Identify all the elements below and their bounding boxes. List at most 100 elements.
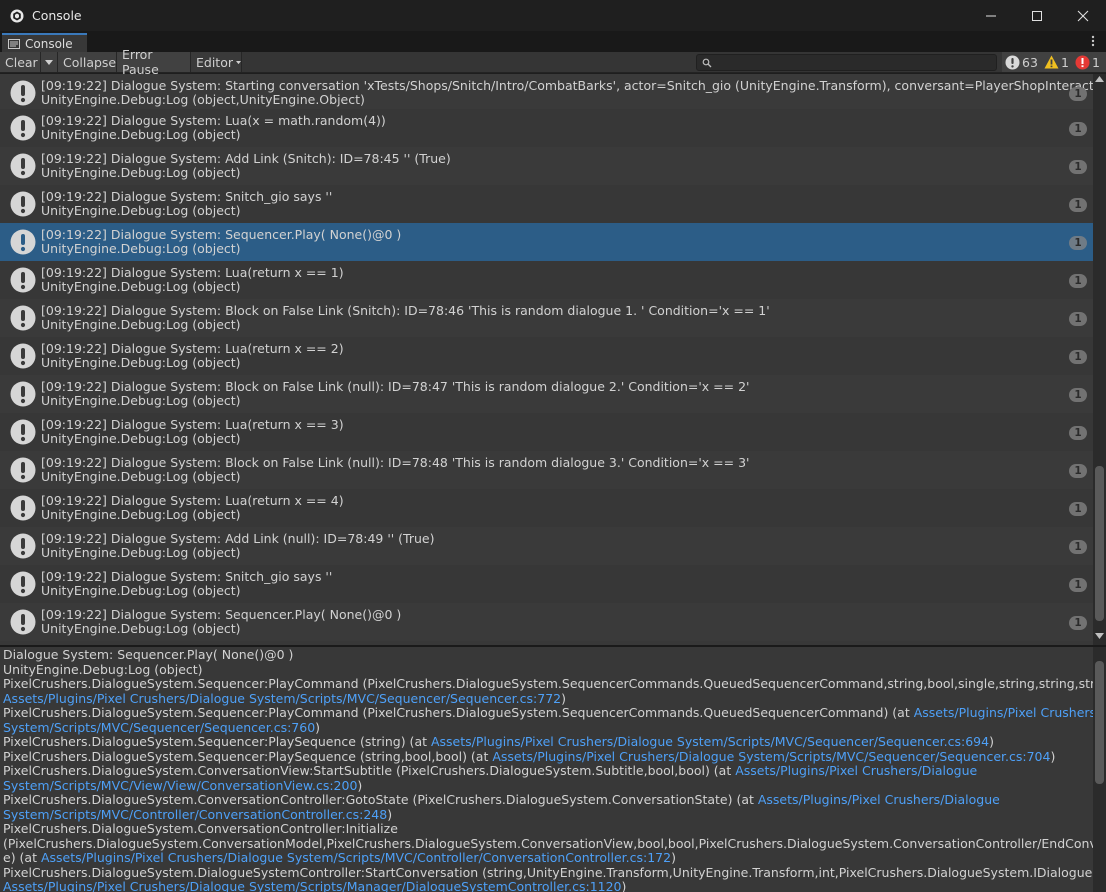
log-message: [09:19:22] Dialogue System: Block on Fal…: [41, 303, 770, 318]
minimize-button[interactable]: [968, 0, 1014, 31]
collapse-count-badge: 1: [1069, 426, 1087, 440]
collapse-count-badge: 1: [1069, 502, 1087, 516]
tab-label: Console: [25, 36, 73, 51]
source-file-link[interactable]: System/Scripts/MVC/View/View/Conversatio…: [3, 778, 357, 793]
info-icon: [10, 229, 36, 255]
close-icon: [1077, 10, 1089, 21]
log-entry[interactable]: [09:19:22] Dialogue System: Snitch_gio s…: [0, 185, 1093, 223]
info-icon: [10, 495, 36, 521]
close-button[interactable]: [1060, 0, 1106, 31]
log-entry[interactable]: [09:19:22] Dialogue System: Block on Fal…: [0, 451, 1093, 489]
warning-count: 1: [1061, 54, 1069, 70]
log-entry[interactable]: [09:19:22] Dialogue System: Lua(return x…: [0, 337, 1093, 375]
source-file-link[interactable]: Assets/Plugins/Pixel Crushers/Dialogue S…: [41, 850, 671, 865]
stack-trace-scrollbar[interactable]: [1093, 647, 1106, 892]
source-file-link[interactable]: Assets/Plugins/Pixel Crushers/Dialogue S…: [431, 734, 989, 749]
clear-options-dropdown[interactable]: [41, 52, 58, 72]
search-input[interactable]: [696, 54, 997, 71]
source-file-link[interactable]: System/Scripts/MVC/Controller/Conversati…: [3, 807, 387, 822]
log-source: UnityEngine.Debug:Log (object): [41, 507, 241, 522]
collapse-count-badge: 1: [1069, 312, 1087, 326]
log-list-scrollbar[interactable]: [1093, 74, 1106, 645]
stack-trace-text: ): [357, 777, 363, 793]
editor-dropdown[interactable]: Editor: [191, 52, 242, 72]
maximize-button[interactable]: [1014, 0, 1060, 31]
stack-trace-text: PixelCrushers.DialogueSystem.Sequencer:P…: [3, 676, 1093, 691]
scrollbar-thumb[interactable]: [1095, 661, 1104, 784]
source-file-link[interactable]: System/Scripts/MVC/Sequencer/Sequencer.c…: [3, 720, 315, 735]
stack-trace-line: (PixelCrushers.DialogueSystem.Conversati…: [3, 835, 1093, 852]
log-message: [09:19:22] Dialogue System: Block on Fal…: [41, 455, 750, 470]
source-file-link[interactable]: Assets/Plugins/Pixel Crushers/Dialogue: [758, 792, 1000, 807]
log-entry[interactable]: [09:19:22] Dialogue System: Lua(return x…: [0, 261, 1093, 299]
warning-icon: [1044, 55, 1059, 69]
collapse-count-badge: 1: [1069, 122, 1087, 136]
log-entry[interactable]: [09:19:22] Dialogue System: Starting con…: [0, 74, 1093, 109]
stack-trace-text: ): [387, 806, 393, 822]
log-message: [09:19:22] Dialogue System: Sequencer.Pl…: [41, 607, 402, 622]
collapse-count-badge: 1: [1069, 236, 1087, 250]
more-options-icon[interactable]: [1088, 35, 1098, 47]
warning-count-toggle[interactable]: 1: [1041, 52, 1072, 72]
collapse-count-badge: 1: [1069, 540, 1087, 554]
search-icon: [702, 58, 712, 68]
log-entry[interactable]: [09:19:22] Dialogue System: Snitch_gio s…: [0, 565, 1093, 603]
log-source: UnityEngine.Debug:Log (object): [41, 431, 241, 446]
info-icon: [10, 191, 36, 217]
unity-logo-icon: [9, 8, 25, 24]
stack-trace-line: PixelCrushers.DialogueSystem.Sequencer:P…: [3, 734, 1093, 750]
collapse-toggle[interactable]: Collapse: [58, 52, 117, 72]
stack-trace-text: PixelCrushers.DialogueSystem.Conversatio…: [3, 763, 736, 778]
log-count: 63: [1022, 54, 1038, 70]
stack-trace-line: System/Scripts/MVC/Controller/Conversati…: [3, 806, 1093, 823]
source-file-link[interactable]: Assets/Plugins/Pixel Crushers/Dialogue S…: [3, 691, 561, 706]
log-message: [09:19:22] Dialogue System: Lua(x = math…: [41, 113, 386, 128]
stack-trace-line: PixelCrushers.DialogueSystem.Sequencer:P…: [3, 749, 1093, 765]
collapse-count-badge: 1: [1069, 464, 1087, 478]
stack-trace-text: ): [561, 690, 566, 706]
maximize-icon: [1032, 10, 1042, 21]
clear-button[interactable]: Clear: [0, 52, 41, 72]
scroll-down-icon[interactable]: [1095, 633, 1104, 639]
scroll-up-icon[interactable]: [1095, 76, 1104, 82]
log-source: UnityEngine.Debug:Log (object): [41, 393, 241, 408]
stack-trace-text: (PixelCrushers.DialogueSystem.Conversati…: [3, 835, 1093, 851]
log-message: [09:19:22] Dialogue System: Starting con…: [41, 78, 1093, 93]
log-message: [09:19:22] Dialogue System: Add Link (nu…: [41, 531, 435, 546]
log-message: [09:19:22] Dialogue System: Add Link (Sn…: [41, 151, 451, 166]
log-entry[interactable]: [09:19:22] Dialogue System: Block on Fal…: [0, 375, 1093, 413]
log-source: UnityEngine.Debug:Log (object): [41, 621, 241, 636]
scrollbar-thumb[interactable]: [1095, 466, 1104, 621]
source-file-link[interactable]: Assets/Plugins/Pixel Crushers/Dialogue: [735, 763, 977, 778]
log-entry[interactable]: [09:19:22] Dialogue System: Add Link (nu…: [0, 527, 1093, 565]
log-entry[interactable]: [09:19:22] Dialogue System: Sequencer.Pl…: [0, 223, 1093, 261]
log-entry[interactable]: [09:19:22] Dialogue System: Lua(x = math…: [0, 109, 1093, 147]
log-entry[interactable]: [09:19:22] Dialogue System: Sequencer.Pl…: [0, 603, 1093, 641]
info-icon: [10, 533, 36, 559]
source-file-link[interactable]: Assets/Plugins/Pixel Crushers/Dialogue S…: [492, 749, 1050, 764]
log-message: [09:19:22] Dialogue System: Sequencer.Pl…: [41, 227, 402, 242]
error-count-toggle[interactable]: 1: [1072, 52, 1106, 72]
log-message: [09:19:22] Dialogue System: Lua(return x…: [41, 417, 344, 432]
info-icon: [10, 343, 36, 369]
collapse-count-badge: 1: [1069, 274, 1087, 288]
log-message: [09:19:22] Dialogue System: Snitch_gio s…: [41, 189, 333, 204]
collapse-count-badge: 1: [1069, 578, 1087, 592]
error-pause-toggle[interactable]: Error Pause: [117, 47, 191, 77]
log-entry[interactable]: [09:19:22] Dialogue System: Lua(return x…: [0, 489, 1093, 527]
tab-console[interactable]: Console: [2, 33, 87, 52]
collapse-count-badge: 1: [1069, 388, 1087, 402]
source-file-link[interactable]: Assets/Plugins/Pixel Crushers/Dialogue S…: [3, 879, 622, 892]
stack-trace-text: ): [989, 734, 994, 749]
stack-trace-line: PixelCrushers.DialogueSystem.Sequencer:P…: [3, 705, 1093, 721]
log-entry[interactable]: [09:19:22] Dialogue System: Lua(return x…: [0, 413, 1093, 451]
source-file-link[interactable]: Assets/Plugins/Pixel Crushers/Dialogue: [914, 705, 1093, 720]
info-icon: [10, 267, 36, 293]
info-icon: [10, 381, 36, 407]
stack-trace-text: PixelCrushers.DialogueSystem.Sequencer:P…: [3, 705, 914, 720]
log-entry[interactable]: [09:19:22] Dialogue System: Block on Fal…: [0, 299, 1093, 337]
log-source: UnityEngine.Debug:Log (object): [41, 203, 241, 218]
log-entry[interactable]: [09:19:22] Dialogue System: Add Link (Sn…: [0, 147, 1093, 185]
log-count-toggle[interactable]: 63: [1002, 52, 1041, 72]
info-icon: [10, 571, 36, 597]
